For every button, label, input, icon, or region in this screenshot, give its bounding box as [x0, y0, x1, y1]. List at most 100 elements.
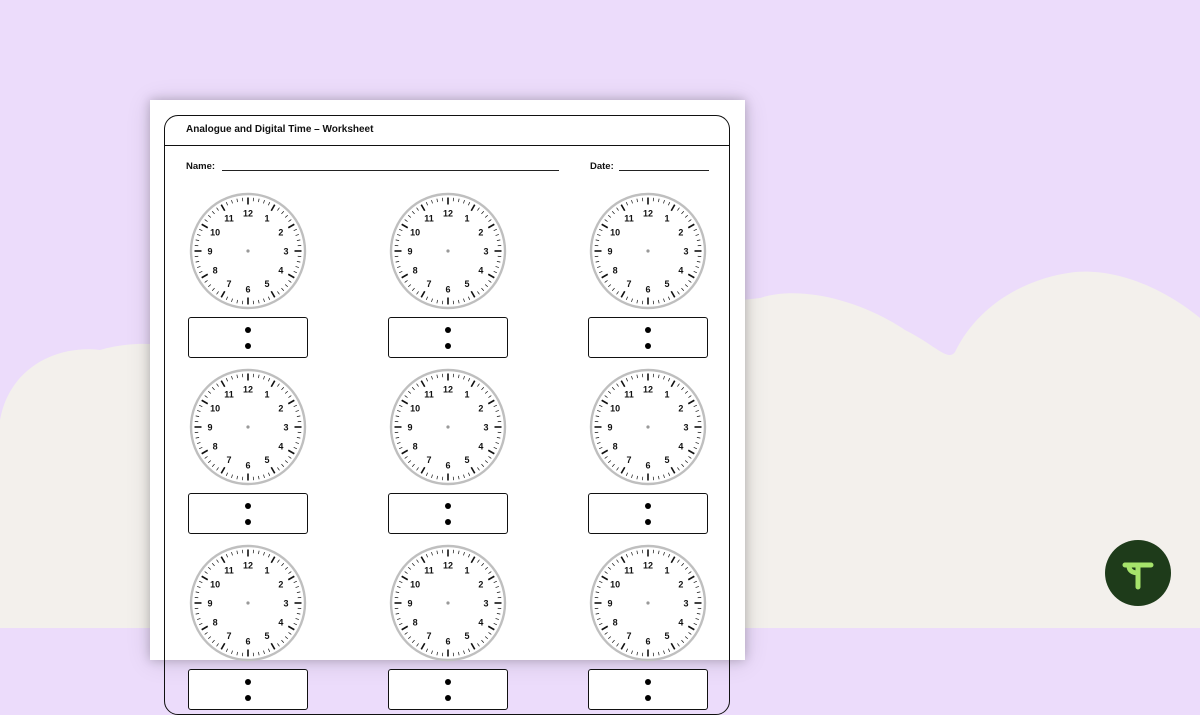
clock-numeral: 9	[607, 598, 612, 608]
clock-numeral: 3	[283, 246, 288, 256]
clock-numeral: 3	[283, 598, 288, 608]
clock-numeral: 9	[407, 598, 412, 608]
digital-time-box[interactable]	[388, 493, 508, 534]
clock-numeral: 9	[607, 246, 612, 256]
clock-numeral: 8	[213, 441, 218, 451]
clock-numeral: 6	[245, 636, 250, 646]
clock-numeral: 11	[424, 213, 434, 223]
clock-numeral: 7	[426, 631, 431, 641]
clock-numeral: 10	[410, 579, 420, 589]
clock-numeral: 8	[413, 265, 418, 275]
time-colon	[444, 325, 452, 351]
clock-numeral: 2	[678, 227, 683, 237]
time-colon	[244, 501, 252, 527]
analogue-clock-face[interactable]: 121234567891011	[388, 543, 508, 663]
name-field-line[interactable]	[222, 170, 559, 171]
clock-numeral: 10	[410, 403, 420, 413]
clock-numeral: 5	[264, 455, 269, 465]
clock-numeral: 2	[278, 579, 283, 589]
clock-numeral: 9	[607, 422, 612, 432]
clock-numeral: 9	[407, 246, 412, 256]
clock-numeral: 2	[478, 579, 483, 589]
clock-numeral: 5	[464, 631, 469, 641]
analogue-clock-face[interactable]: 121234567891011	[388, 191, 508, 311]
clock-numeral: 1	[664, 565, 669, 575]
clock-numeral: 12	[243, 560, 253, 570]
clock-numeral: 2	[678, 579, 683, 589]
analogue-clock-face[interactable]: 121234567891011	[588, 543, 708, 663]
clock-numeral: 7	[226, 455, 231, 465]
name-label: Name:	[186, 161, 215, 172]
clock-numeral: 11	[424, 565, 434, 575]
clock-numeral: 1	[264, 389, 269, 399]
clock-numeral: 4	[278, 617, 283, 627]
clock-numeral: 10	[210, 403, 220, 413]
clock-numeral: 5	[664, 455, 669, 465]
clock-numeral: 3	[683, 422, 688, 432]
digital-time-box[interactable]	[588, 317, 708, 358]
digital-time-box[interactable]	[388, 669, 508, 710]
clock-numeral: 7	[426, 279, 431, 289]
clock-numeral: 2	[278, 227, 283, 237]
clock-numeral: 12	[443, 208, 453, 218]
clock-numeral: 5	[664, 279, 669, 289]
analogue-clock-face[interactable]: 121234567891011	[588, 367, 708, 487]
analogue-clock-face[interactable]: 121234567891011	[588, 191, 708, 311]
date-field-line[interactable]	[619, 170, 709, 171]
analogue-clock-face[interactable]: 121234567891011	[188, 367, 308, 487]
clock-numeral: 3	[283, 422, 288, 432]
clock-numeral: 2	[678, 403, 683, 413]
clock-numeral: 5	[264, 279, 269, 289]
worksheet-title: Analogue and Digital Time – Worksheet	[186, 124, 373, 135]
clock-numeral: 2	[478, 403, 483, 413]
clock-numeral: 6	[445, 636, 450, 646]
clock-numeral: 9	[207, 598, 212, 608]
clock-center-dot	[446, 249, 449, 252]
clock-numeral: 8	[213, 265, 218, 275]
digital-time-box[interactable]	[588, 669, 708, 710]
analogue-clock-face[interactable]: 121234567891011	[188, 191, 308, 311]
digital-time-box[interactable]	[188, 317, 308, 358]
clock-center-dot	[246, 601, 249, 604]
clock-numeral: 5	[464, 455, 469, 465]
clock-numeral: 7	[626, 631, 631, 641]
clock-numeral: 4	[478, 441, 483, 451]
clock-numeral: 6	[645, 284, 650, 294]
analogue-clock-face[interactable]: 121234567891011	[188, 543, 308, 663]
time-colon	[444, 677, 452, 703]
digital-time-box[interactable]	[588, 493, 708, 534]
clock-numeral: 7	[226, 279, 231, 289]
digital-time-box[interactable]	[388, 317, 508, 358]
clock-numeral: 1	[264, 213, 269, 223]
clock-numeral: 10	[210, 227, 220, 237]
time-colon	[444, 501, 452, 527]
digital-time-box[interactable]	[188, 669, 308, 710]
clock-center-dot	[446, 425, 449, 428]
clock-numeral: 10	[610, 227, 620, 237]
clock-numeral: 1	[464, 389, 469, 399]
clock-numeral: 10	[610, 403, 620, 413]
clock-center-dot	[446, 601, 449, 604]
clock-numeral: 10	[210, 579, 220, 589]
clock-numeral: 2	[478, 227, 483, 237]
clock-numeral: 4	[678, 617, 683, 627]
clock-numeral: 9	[407, 422, 412, 432]
clock-numeral: 3	[483, 422, 488, 432]
clock-numeral: 6	[445, 460, 450, 470]
clock-center-dot	[646, 249, 649, 252]
analogue-clock-face[interactable]: 121234567891011	[388, 367, 508, 487]
clock-numeral: 1	[664, 389, 669, 399]
time-colon	[244, 325, 252, 351]
clock-numeral: 11	[624, 565, 634, 575]
clock-center-dot	[646, 425, 649, 428]
clock-numeral: 8	[213, 617, 218, 627]
clock-numeral: 3	[683, 246, 688, 256]
clock-numeral: 4	[278, 441, 283, 451]
clock-numeral: 12	[643, 560, 653, 570]
clock-numeral: 11	[424, 389, 434, 399]
clock-numeral: 9	[207, 422, 212, 432]
clock-numeral: 1	[264, 565, 269, 575]
digital-time-box[interactable]	[188, 493, 308, 534]
clock-numeral: 12	[243, 384, 253, 394]
clock-numeral: 8	[413, 441, 418, 451]
